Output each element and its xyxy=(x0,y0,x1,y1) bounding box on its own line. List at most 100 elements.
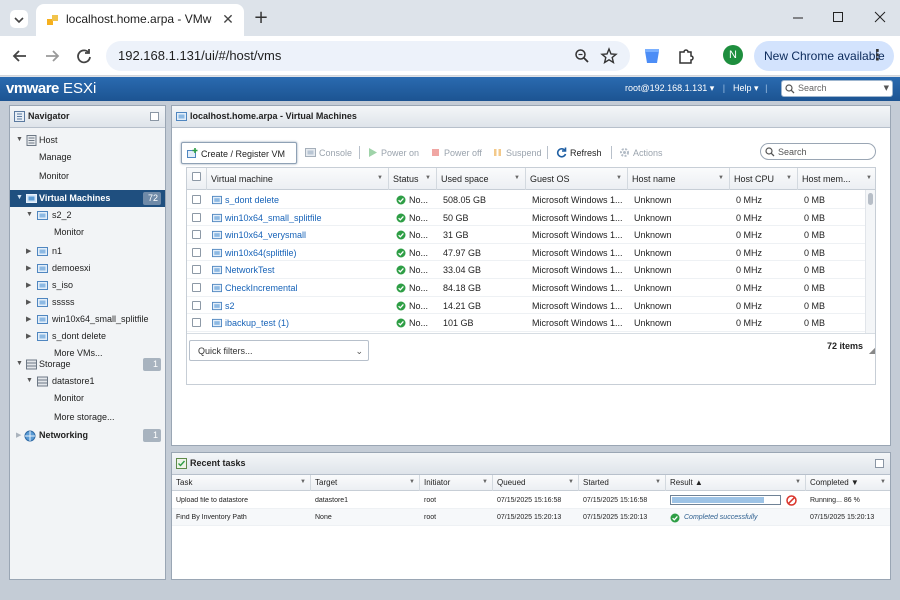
expand-arrow-icon[interactable]: ▶ xyxy=(26,247,31,255)
actions-button[interactable]: Actions xyxy=(619,142,669,164)
zoom-icon[interactable] xyxy=(574,48,590,64)
vm-table-row[interactable]: win10x64_verysmall No... 31 GB Microsoft Wi… xyxy=(187,226,867,244)
column-host-name[interactable]: Host name ▼ xyxy=(628,168,730,190)
nav-vm-s2-2[interactable]: ▼ s2_2 xyxy=(10,207,165,224)
vm-name[interactable]: win10x64(splitfile) xyxy=(225,248,385,258)
expand-arrow-icon[interactable]: ▶ xyxy=(26,332,31,340)
row-checkbox[interactable] xyxy=(192,318,201,328)
nav-vm-n1[interactable]: ▶ n1 xyxy=(10,243,165,260)
collapse-arrow-icon[interactable]: ▼ xyxy=(26,377,33,384)
chrome-update-button[interactable]: New Chrome available ⋮ xyxy=(754,41,894,71)
power-off-button[interactable]: Power off xyxy=(430,142,488,164)
vm-table-row[interactable]: win10x64(splitfile) No... 47.97 GB Microsof… xyxy=(187,244,867,262)
expand-arrow-icon[interactable]: ▶ xyxy=(26,281,31,289)
chevron-down-icon[interactable]: ▼ xyxy=(616,175,622,181)
column-completed[interactable]: Completed ▼ ▼ xyxy=(806,475,890,491)
vm-name[interactable]: CheckIncremental xyxy=(225,283,385,293)
quick-filters-select[interactable]: Quick filters... ⌄ xyxy=(189,340,369,361)
task-row[interactable]: Upload file to datastore datastore1 root… xyxy=(172,492,890,509)
nav-vm-sssss[interactable]: ▶ sssss xyxy=(10,294,165,311)
vm-table-row[interactable]: s_dont delete No... 508.05 GB Microsoft Win… xyxy=(187,191,867,209)
collapse-arrow-icon[interactable]: ▼ xyxy=(26,211,33,218)
power-on-button[interactable]: Power on xyxy=(367,142,425,164)
vm-name[interactable]: win10x64_small_splitfile xyxy=(225,213,385,223)
extensions-puzzle-icon[interactable] xyxy=(676,46,696,66)
collapse-arrow-icon[interactable]: ▼ xyxy=(16,136,23,143)
close-window-button[interactable] xyxy=(862,4,898,30)
nav-more-storage[interactable]: More storage... xyxy=(10,409,165,426)
vm-table-row[interactable]: win10x64_small_splitfile No... 50 GB Micros… xyxy=(187,209,867,227)
expand-arrow-icon[interactable]: ▶ xyxy=(26,298,31,306)
expand-arrow-icon[interactable]: ▶ xyxy=(26,264,31,272)
chevron-down-icon[interactable]: ▼ xyxy=(786,175,792,181)
restore-panel-icon[interactable] xyxy=(875,459,884,468)
chevron-down-icon[interactable]: ▼ xyxy=(482,479,488,485)
nav-virtual-machines[interactable]: ▼ Virtual Machines 72 xyxy=(10,190,165,207)
chevron-down-icon[interactable]: ▼ xyxy=(866,175,872,181)
extension-bucket-icon[interactable] xyxy=(642,46,662,66)
vm-name[interactable]: ibackup_test (1) xyxy=(225,318,385,328)
vm-name[interactable]: s_dont delete xyxy=(225,195,385,205)
header-search-input[interactable]: Search ▼ xyxy=(781,80,893,97)
expand-arrow-icon[interactable]: ▶ xyxy=(16,431,21,439)
vm-search-input[interactable]: Search xyxy=(760,143,876,160)
collapse-arrow-icon[interactable]: ▼ xyxy=(16,360,23,367)
refresh-button[interactable]: Refresh xyxy=(556,142,608,164)
column-started[interactable]: Started ▼ xyxy=(579,475,666,491)
vm-table-scrollbar[interactable] xyxy=(865,190,875,333)
vm-name[interactable]: s2 xyxy=(225,301,385,311)
chevron-down-icon[interactable]: ▼ xyxy=(880,479,886,485)
scrollbar-thumb[interactable] xyxy=(868,193,873,205)
column-host-cpu[interactable]: Host CPU ▼ xyxy=(730,168,798,190)
column-used-space[interactable]: Used space ▼ xyxy=(437,168,526,190)
nav-vm-s-dont-delete[interactable]: ▶ s_dont delete xyxy=(10,328,165,345)
row-checkbox[interactable] xyxy=(192,283,201,292)
chevron-down-icon[interactable]: ▼ xyxy=(718,175,724,181)
resize-handle-icon[interactable]: ◢ xyxy=(869,346,875,355)
row-checkbox[interactable] xyxy=(192,247,201,257)
vm-name[interactable]: NetworkTest xyxy=(225,265,385,275)
column-virtual-machine[interactable]: Virtual machine ▼ xyxy=(207,168,389,190)
help-menu[interactable]: Help ▾ | xyxy=(733,83,767,94)
browser-tab[interactable]: localhost.home.arpa - VMware ESXi ✕ xyxy=(36,4,244,36)
bookmark-star-icon[interactable] xyxy=(600,47,618,65)
column-host-memory[interactable]: Host mem... ▼ xyxy=(798,168,875,190)
chevron-down-icon[interactable]: ▼ xyxy=(409,479,415,485)
chevron-down-icon[interactable]: ▼ xyxy=(568,479,574,485)
minimize-panel-icon[interactable] xyxy=(150,112,159,121)
expand-arrow-icon[interactable]: ▶ xyxy=(26,315,31,323)
row-checkbox[interactable] xyxy=(192,195,201,204)
nav-datastore-monitor[interactable]: Monitor xyxy=(10,390,165,407)
nav-host-monitor[interactable]: Monitor xyxy=(10,168,165,185)
column-initiator[interactable]: Initiator ▼ xyxy=(420,475,493,491)
forward-button[interactable] xyxy=(40,44,64,68)
nav-datastore1[interactable]: ▼ datastore1 xyxy=(10,373,165,390)
url-text[interactable]: 192.168.1.131/ui/#/host/vms xyxy=(118,48,281,63)
console-button[interactable]: Console xyxy=(305,142,365,164)
cancel-task-icon[interactable] xyxy=(786,495,797,506)
select-all-checkbox[interactable] xyxy=(192,172,201,181)
column-status[interactable]: Status ▼ xyxy=(389,168,437,190)
nav-vm-demoesxi[interactable]: ▶ demoesxi xyxy=(10,260,165,277)
row-checkbox[interactable] xyxy=(192,212,201,222)
minimize-button[interactable] xyxy=(780,4,816,30)
new-tab-button[interactable]: + xyxy=(250,7,272,29)
column-target[interactable]: Target ▼ xyxy=(311,475,420,491)
chevron-down-icon[interactable]: ▼ xyxy=(425,175,431,181)
chevron-down-icon[interactable]: ▼ xyxy=(884,84,889,92)
nav-host-manage[interactable]: Manage xyxy=(10,149,165,166)
vm-name[interactable]: win10x64_verysmall xyxy=(225,230,385,240)
vm-table-row[interactable]: s2 No... 14.21 GB Microsoft Windows 1... Unk… xyxy=(187,296,867,315)
maximize-button[interactable] xyxy=(820,4,856,30)
column-result[interactable]: Result ▲ ▼ xyxy=(666,475,806,491)
chevron-down-icon[interactable]: ▼ xyxy=(300,479,306,485)
chevron-down-icon[interactable]: ▼ xyxy=(795,479,801,485)
nav-vm-s-iso[interactable]: ▶ s_iso xyxy=(10,277,165,294)
nav-vm-monitor[interactable]: Monitor xyxy=(10,224,165,241)
profile-avatar[interactable]: N xyxy=(723,45,743,65)
chevron-down-icon[interactable]: ▼ xyxy=(377,175,383,181)
nav-networking[interactable]: ▶ Networking 1 xyxy=(10,427,165,444)
vm-table-row[interactable]: CheckIncremental No... 84.18 GB Microsoft W… xyxy=(187,279,867,297)
task-row[interactable]: Find By Inventory Path None root 07/15/2… xyxy=(172,509,890,526)
suspend-button[interactable]: Suspend xyxy=(492,142,548,164)
